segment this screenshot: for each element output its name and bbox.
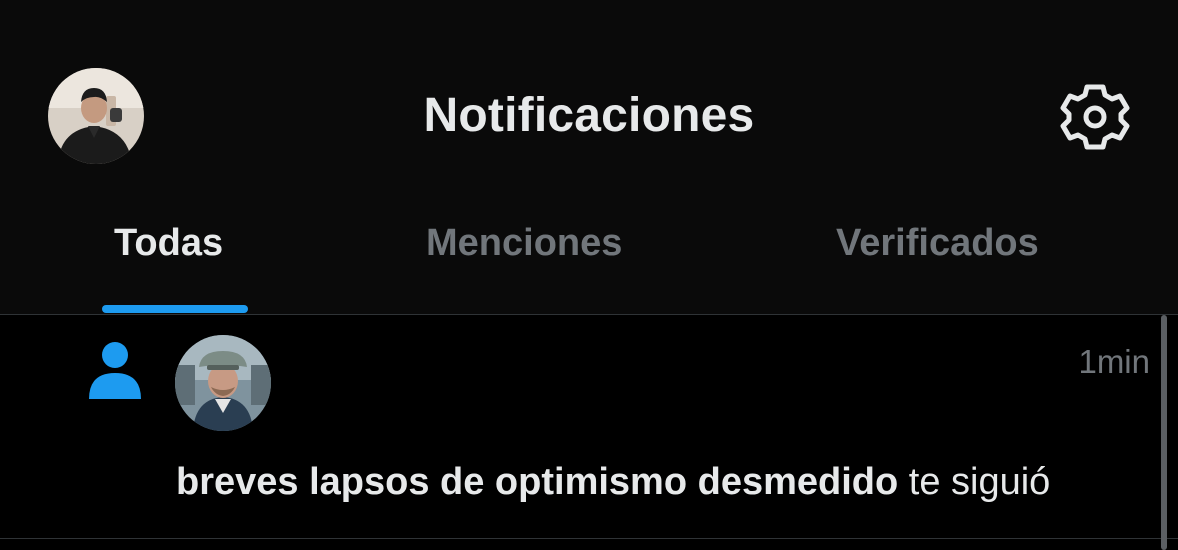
follower-name-link[interactable]: breves lapsos de optimismo desmedido [176, 461, 898, 503]
active-tab-indicator [102, 305, 248, 313]
tab-todas[interactable]: Todas [114, 222, 223, 265]
notification-text: breves lapsos de optimismo desmedido te … [176, 461, 1050, 504]
notification-divider [0, 538, 1178, 539]
gear-icon[interactable] [1060, 84, 1130, 150]
notification-timestamp: 1min [1078, 343, 1150, 380]
scrollbar[interactable] [1161, 315, 1167, 550]
follower-avatar[interactable] [175, 335, 271, 431]
tab-menciones[interactable]: Menciones [426, 222, 622, 265]
profile-avatar[interactable] [48, 68, 144, 164]
notification-item[interactable]: 1min breves lapsos de optimismo desmedid… [0, 315, 1178, 539]
person-icon [86, 341, 144, 401]
notifications-header: Notificaciones Todas Menciones Verificad… [0, 0, 1178, 315]
page-title: Notificaciones [423, 89, 755, 142]
tab-verificados[interactable]: Verificados [836, 222, 1039, 265]
notification-action-text: te siguió [898, 461, 1051, 503]
